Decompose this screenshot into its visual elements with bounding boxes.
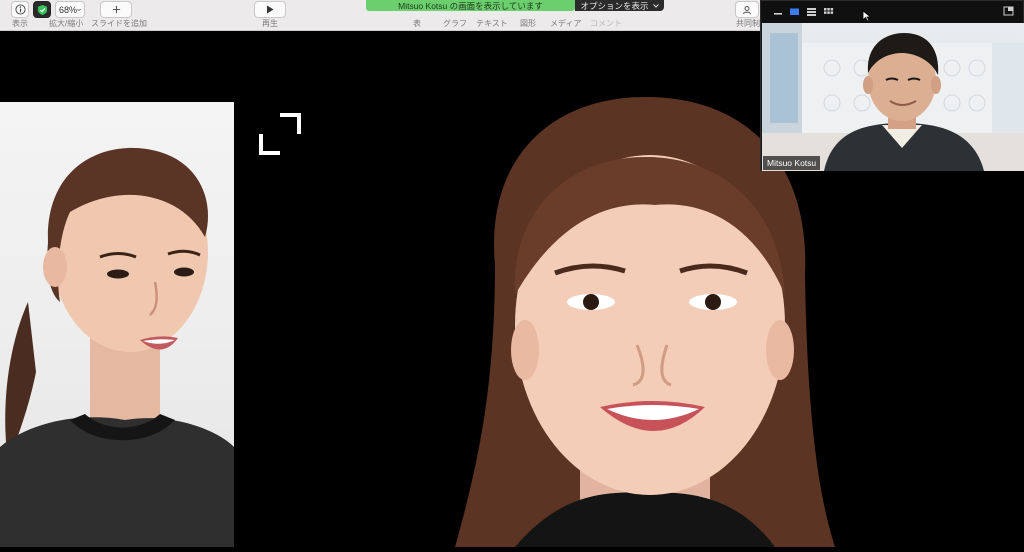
collaborate-label: 共同制	[736, 19, 760, 28]
chevron-down-icon	[77, 8, 81, 11]
info-button[interactable]	[11, 1, 29, 18]
exit-fullscreen-icon[interactable]	[1003, 6, 1014, 16]
screen-share-banner: Mitsuo Kotsu の画面を表示しています	[366, 0, 575, 11]
view-options-label: オプションを表示	[580, 0, 649, 11]
zoom-select[interactable]: 68%	[55, 1, 85, 18]
play-icon	[267, 5, 274, 14]
add-slide-button[interactable]	[100, 1, 132, 18]
play-button[interactable]	[254, 1, 286, 18]
collaborate-button[interactable]	[735, 1, 759, 18]
zoom-label: 拡大/縮小	[49, 19, 84, 28]
view-options-button[interactable]: オプションを表示	[575, 0, 664, 11]
chart-label[interactable]: グラフ	[443, 18, 467, 29]
gallery-view-icon[interactable]	[823, 7, 834, 17]
plus-icon	[112, 5, 120, 14]
add-slide-label: スライドを追加	[91, 19, 147, 28]
participant-name-tag: Mitsuo Kotsu	[763, 156, 821, 170]
video-panel-toolbar	[761, 1, 1023, 23]
participant-camera-image	[762, 23, 1024, 171]
speaker-view-icon[interactable]	[789, 7, 800, 17]
strip-view-icon[interactable]	[806, 7, 817, 17]
shape-label[interactable]: 図形	[520, 18, 536, 29]
play-label: 再生	[262, 19, 278, 28]
text-label[interactable]: テキスト	[476, 18, 508, 29]
presenter-photo	[0, 102, 234, 547]
expand-arrows-icon	[259, 113, 301, 155]
fullscreen-expand-icon[interactable]	[258, 112, 302, 156]
view-label: 表示	[12, 19, 28, 28]
chevron-down-icon	[652, 3, 659, 8]
mouse-cursor-icon	[862, 10, 872, 22]
woman-photo-image	[0, 147, 234, 547]
comment-label: コメント	[590, 19, 622, 28]
collaborate-icon	[743, 5, 751, 14]
info-icon	[14, 4, 26, 15]
shield-check-icon	[37, 4, 47, 15]
zoom-value: 68%	[59, 4, 78, 15]
security-button[interactable]	[33, 1, 51, 18]
participant-video-panel[interactable]: Mitsuo Kotsu	[760, 0, 1024, 171]
minimize-icon[interactable]	[773, 7, 783, 17]
share-banner-text: Mitsuo Kotsu の画面を表示しています	[398, 0, 543, 11]
media-label[interactable]: メディア	[550, 18, 581, 29]
table-label[interactable]: 表	[413, 18, 421, 29]
participant-video-feed: Mitsuo Kotsu	[762, 23, 1024, 171]
